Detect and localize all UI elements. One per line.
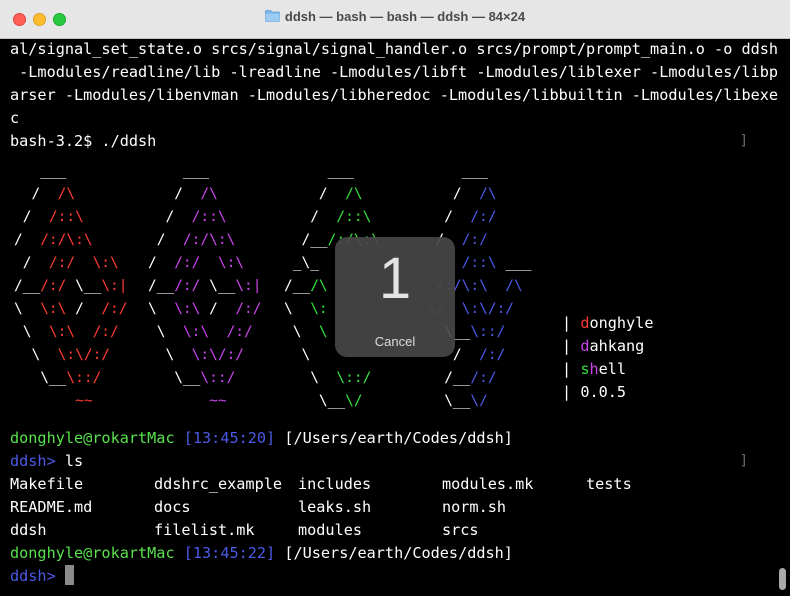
banner-bar: | <box>562 383 572 401</box>
prompt-time: [13:45:22] <box>183 544 276 562</box>
countdown-number: 1 <box>378 246 412 311</box>
prompt-user-host: donghyle@rokartMac <box>10 544 175 562</box>
file-entry: srcs <box>442 521 479 539</box>
banner-author2-rest: ahkang <box>589 337 645 355</box>
banner-version: | 0.0.5 <box>562 381 626 404</box>
banner-shell-rest: ell <box>598 360 627 378</box>
line-marker-bracket: ] <box>739 453 748 469</box>
banner-author2: | dahkang <box>562 335 644 358</box>
scrollbar-thumb[interactable] <box>779 568 786 590</box>
banner-bar: | <box>562 360 572 378</box>
logo-diamond-magenta: ___ / /\ / /::\ / /:/\:\ / /:/ \:\ /__/:… <box>148 163 262 409</box>
file-entry: ddshrc_example <box>154 475 283 493</box>
file-entry: norm.sh <box>442 498 507 516</box>
banner-author1: | donghyle <box>562 312 653 335</box>
build-output-line: -Lmodules/readline/lib -lreadline -Lmodu… <box>10 63 779 81</box>
build-output-line: arser -Lmodules/libenvman -Lmodules/libh… <box>10 86 779 104</box>
banner-author1-rest: onghyle <box>589 314 654 332</box>
countdown-overlay: 1 Cancel <box>335 237 455 357</box>
window-title-group: ddsh — bash — bash — ddsh — 84×24 <box>0 9 790 24</box>
file-entry: ddsh <box>10 521 47 539</box>
ddsh-prompt: ddsh> <box>10 567 56 585</box>
prompt-time: [13:45:20] <box>183 429 276 447</box>
banner-shell: | shell <box>562 358 626 381</box>
cancel-button[interactable]: Cancel <box>335 334 455 349</box>
terminal-window: ddsh — bash — bash — ddsh — 84×24 al/sig… <box>0 0 790 596</box>
command-text: ls <box>64 452 84 470</box>
title-bar[interactable]: ddsh — bash — bash — ddsh — 84×24 <box>0 0 790 39</box>
ddsh-input-line[interactable]: ddsh> <box>10 565 74 588</box>
banner-version-number: 0.0.5 <box>580 383 627 401</box>
file-entry: leaks.sh <box>298 498 372 516</box>
file-entry: Makefile <box>10 475 84 493</box>
file-entry: README.md <box>10 498 93 516</box>
file-entry: docs <box>154 498 191 516</box>
window-title: ddsh — bash — bash — ddsh — 84×24 <box>284 9 526 24</box>
banner-bar: | <box>562 314 572 332</box>
build-output-line: c <box>10 109 20 127</box>
file-entry: modules.mk <box>442 475 534 493</box>
build-output-line: al/signal_set_state.o srcs/signal/signal… <box>10 40 779 58</box>
file-entry: tests <box>586 475 632 493</box>
shell-prompt-line: donghyle@rokartMac [13:45:22] [/Users/ea… <box>10 542 513 565</box>
prompt-path: [/Users/earth/Codes/ddsh] <box>284 429 513 447</box>
prompt-path: [/Users/earth/Codes/ddsh] <box>284 544 513 562</box>
logo-diamond-red: ___ / /\ / /::\ / /:/\:\ / /:/ \:\ /__/:… <box>14 163 128 409</box>
bash-command-line: bash-3.2$ ./ddsh <box>10 132 157 150</box>
prompt-user-host: donghyle@rokartMac <box>10 429 175 447</box>
banner-shell-h: h <box>589 360 599 378</box>
banner-bar: | <box>562 337 572 355</box>
file-entry: modules <box>298 521 363 539</box>
folder-icon <box>264 10 280 22</box>
ddsh-command-line: ddsh> ls <box>10 450 83 473</box>
text-cursor <box>64 565 74 585</box>
shell-prompt-line: donghyle@rokartMac [13:45:20] [/Users/ea… <box>10 427 513 450</box>
file-entry: includes <box>298 475 372 493</box>
file-entry: filelist.mk <box>154 521 255 539</box>
line-marker-bracket: ] <box>739 133 748 149</box>
ddsh-prompt: ddsh> <box>10 452 56 470</box>
